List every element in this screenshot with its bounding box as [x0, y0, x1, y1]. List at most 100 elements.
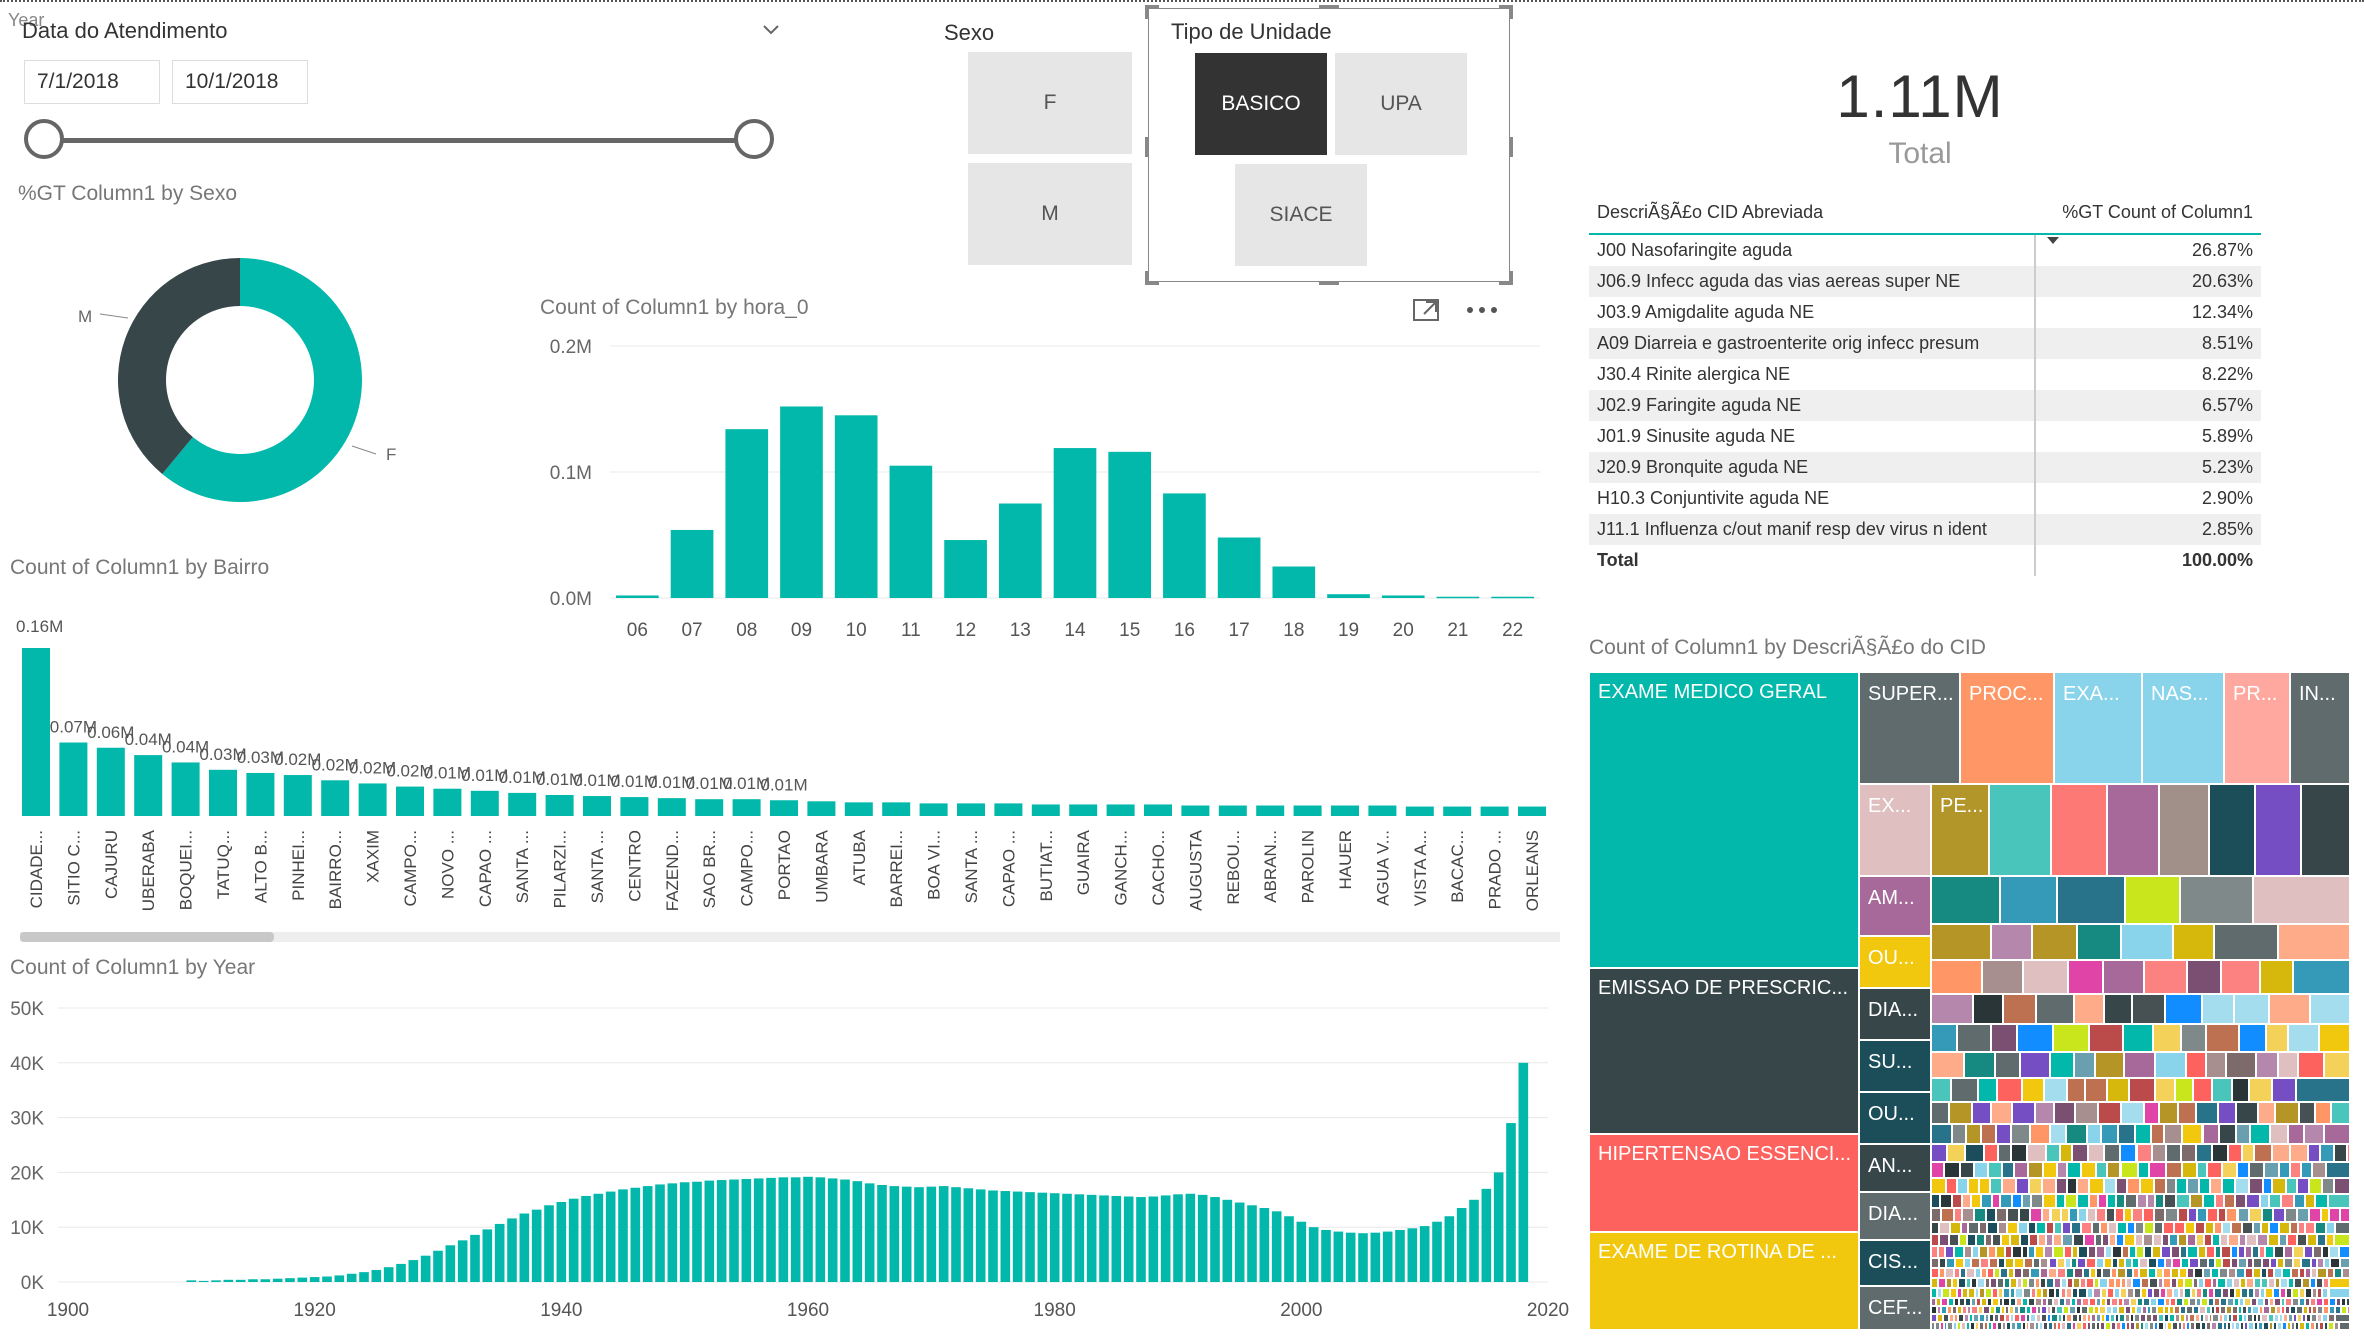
treemap-tile[interactable]: [2159, 784, 2209, 876]
treemap-tile[interactable]: [2256, 1234, 2268, 1246]
resize-handle[interactable]: [1319, 281, 1339, 285]
bar[interactable]: [877, 1185, 887, 1282]
bar[interactable]: [657, 798, 686, 816]
treemap-tile[interactable]: [2294, 1278, 2303, 1288]
treemap-tile[interactable]: [2221, 1222, 2232, 1234]
bar[interactable]: [1106, 804, 1135, 816]
cid-table[interactable]: DescriÃ§Ã£o CID Abreviada %GT Count of C…: [1589, 196, 2261, 576]
treemap-tile[interactable]: [2103, 1178, 2117, 1194]
bar[interactable]: [1432, 1221, 1442, 1282]
treemap-tile[interactable]: [2087, 1124, 2101, 1144]
treemap-tile[interactable]: [1938, 1278, 1946, 1288]
treemap-tile[interactable]: [2144, 1222, 2155, 1234]
treemap-tile[interactable]: [1940, 1208, 1954, 1222]
bar[interactable]: [780, 406, 823, 598]
treemap-tile[interactable]: [2261, 1208, 2274, 1222]
treemap-tile[interactable]: [2028, 1234, 2038, 1246]
treemap-tile[interactable]: [2014, 1268, 2023, 1278]
treemap-tile[interactable]: [2132, 1258, 2139, 1268]
bar[interactable]: [396, 786, 424, 816]
treemap-tile[interactable]: [1931, 1052, 1964, 1078]
treemap-tile[interactable]: [2143, 1246, 2152, 1258]
treemap-tile[interactable]: [2014, 1162, 2029, 1178]
bar[interactable]: [22, 648, 50, 816]
treemap-tile[interactable]: [2095, 1052, 2124, 1078]
treemap-tile[interactable]: [2036, 1222, 2047, 1234]
treemap-tile[interactable]: [2042, 1178, 2056, 1194]
treemap-tile[interactable]: [2326, 1222, 2335, 1234]
treemap-tile[interactable]: [2202, 994, 2235, 1024]
treemap-tile[interactable]: [2279, 1234, 2287, 1246]
treemap-tile[interactable]: [2282, 1268, 2291, 1278]
treemap-tile[interactable]: [2334, 1222, 2350, 1234]
treemap-tile[interactable]: [2181, 1124, 2203, 1144]
bar[interactable]: [1069, 804, 1098, 816]
treemap-tile[interactable]: [2045, 1144, 2060, 1162]
treemap-tile[interactable]: [2227, 1144, 2242, 1162]
treemap-tile[interactable]: [2143, 1298, 2151, 1306]
bar[interactable]: [741, 1178, 752, 1282]
treemap-tile[interactable]: [2021, 1078, 2045, 1102]
treemap-tile[interactable]: [2314, 1222, 2327, 1234]
treemap-tile[interactable]: [2334, 1178, 2350, 1194]
treemap-tile[interactable]: [2089, 1178, 2104, 1194]
treemap-tile[interactable]: [2050, 1208, 2061, 1222]
treemap-tile[interactable]: [2184, 1278, 2193, 1288]
treemap-tile[interactable]: [2217, 1278, 2226, 1288]
treemap-tile[interactable]: [2328, 1288, 2350, 1298]
resize-handle[interactable]: [1145, 271, 1149, 285]
treemap-tile[interactable]: [2127, 1222, 2136, 1234]
treemap-tile[interactable]: [1949, 1288, 1958, 1298]
treemap-tile[interactable]: [1931, 876, 2001, 924]
treemap-tile[interactable]: CIS...: [1859, 1240, 1931, 1286]
bar[interactable]: [1234, 1202, 1245, 1282]
treemap-tile[interactable]: [2235, 1124, 2250, 1144]
bar[interactable]: [1345, 1232, 1356, 1282]
start-date-handle[interactable]: [24, 119, 64, 159]
treemap-tile[interactable]: [2219, 1124, 2236, 1144]
treemap-tile[interactable]: [2206, 1024, 2240, 1052]
treemap-tile[interactable]: [1998, 1258, 2006, 1268]
treemap-tile[interactable]: [2213, 1222, 2222, 1234]
bar[interactable]: [770, 800, 798, 816]
treemap-tile[interactable]: [1952, 1124, 1966, 1144]
bar[interactable]: [1370, 1232, 1381, 1282]
treemap-tile[interactable]: [2029, 1124, 2051, 1144]
treemap-tile[interactable]: [2301, 1258, 2311, 1268]
treemap-tile[interactable]: [1931, 1102, 1950, 1124]
treemap-tile[interactable]: [2019, 1208, 2031, 1222]
table-row[interactable]: A09 Diarreia e gastroenterite orig infec…: [1589, 328, 2261, 359]
treemap-tile[interactable]: [2056, 1162, 2068, 1178]
treemap-tile[interactable]: [2165, 1162, 2183, 1178]
treemap-tile[interactable]: [2196, 1162, 2208, 1178]
bar[interactable]: [408, 1260, 419, 1282]
treemap-tile[interactable]: [2146, 1194, 2156, 1208]
treemap-tile[interactable]: [2077, 1178, 2090, 1194]
treemap-tile[interactable]: [2295, 1078, 2350, 1102]
bar[interactable]: [1405, 806, 1434, 816]
treemap-tile[interactable]: [1974, 1162, 1988, 1178]
treemap-tile[interactable]: [2077, 1194, 2090, 1208]
treemap-tile[interactable]: [2305, 1222, 2315, 1234]
treemap-tile[interactable]: [2342, 1268, 2350, 1278]
treemap-tile[interactable]: CEF...: [1859, 1286, 1931, 1330]
treemap-tile[interactable]: [2157, 1306, 2164, 1314]
bar[interactable]: [1181, 805, 1210, 817]
table-row[interactable]: J30.4 Rinite alergica NE 8.22%: [1589, 359, 2261, 390]
treemap-tile[interactable]: [2071, 1222, 2082, 1234]
treemap-tile[interactable]: [1964, 1246, 1973, 1258]
treemap-tile[interactable]: [2136, 1194, 2147, 1208]
treemap-tile[interactable]: [2185, 1222, 2195, 1234]
bar[interactable]: [1163, 493, 1206, 598]
treemap-tile[interactable]: [2307, 1144, 2320, 1162]
treemap-tile[interactable]: [2234, 1194, 2247, 1208]
treemap-tile[interactable]: [1996, 1278, 2004, 1288]
treemap-tile[interactable]: [2212, 1144, 2228, 1162]
cid-treemap[interactable]: EXAME MEDICO GERAL EMISSAO DE PRESCRIC..…: [1589, 672, 2355, 1330]
treemap-tile[interactable]: [2347, 1306, 2350, 1314]
bar[interactable]: [1099, 1195, 1109, 1282]
bar[interactable]: [1293, 805, 1322, 817]
treemap-tile[interactable]: [2299, 1102, 2315, 1124]
treemap-tile[interactable]: [2339, 1208, 2350, 1222]
treemap-tile[interactable]: [2041, 1288, 2049, 1298]
